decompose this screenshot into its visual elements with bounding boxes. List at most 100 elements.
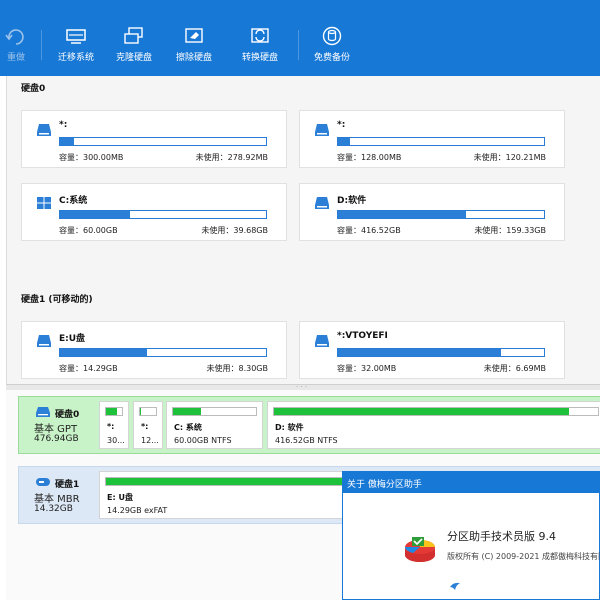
partition-block-info: 416.52GB NTFS (275, 436, 338, 445)
drive-icon (37, 124, 51, 136)
partition-cards-panel: 硬盘0 *: 容量：300.00MB 未使用：278.92MB *: 容量：12… (6, 76, 600, 384)
usage-bar-fill (338, 349, 501, 356)
partition-usage-fill (140, 408, 141, 415)
disk1-label: 硬盘1 基本 MBR 14.32GB (19, 467, 99, 523)
disk-type: 基本 MBR (34, 494, 80, 505)
partition-block-info: 14.29GB exFAT (107, 506, 168, 515)
free-space-text: 未使用：8.30GB (206, 364, 269, 373)
free-space-text: 未使用：278.92MB (195, 153, 268, 162)
usage-bar-fill (338, 138, 351, 145)
drive-icon (315, 124, 329, 136)
disk-type: 基本 GPT (34, 424, 78, 435)
partition-block-name: *: (141, 422, 149, 431)
disk-name: 硬盘1 (55, 480, 80, 490)
partition-card[interactable]: *: 容量：128.00MB 未使用：120.21MB (299, 110, 565, 168)
disk0-row[interactable]: 硬盘0 基本 GPT 476.94GB *: 30... *: 12... C:… (18, 396, 600, 454)
convert-disk-button[interactable]: 转换硬盘 (238, 26, 282, 68)
disk-size: 14.32GB (34, 504, 73, 514)
capacity-text: 容量：416.52GB (337, 226, 401, 235)
disk-name: 硬盘0 (55, 410, 80, 420)
clone-disk-icon (124, 27, 143, 44)
wipe-disk-icon (185, 28, 203, 43)
capacity-text: 容量：14.29GB (59, 364, 118, 373)
partition-usage-fill (274, 408, 569, 415)
redo-button[interactable]: 重做 (4, 26, 28, 68)
free-backup-label: 免费备份 (313, 53, 350, 63)
drive-icon (37, 335, 51, 347)
product-name: 分区助手技术员版 9.4 (447, 530, 556, 543)
migrate-os-icon (66, 29, 86, 44)
partition-card[interactable]: *:VTOYEFI 容量：32.00MB 未使用：6.69MB (299, 321, 565, 379)
capacity-text: 容量：300.00MB (59, 153, 124, 162)
usb-drive-icon (36, 478, 50, 486)
company-logo-icon (450, 582, 460, 590)
partition-name: C:系统 (59, 196, 88, 206)
usage-bar-fill (338, 211, 466, 218)
partition-block[interactable]: C: 系统 60.00GB NTFS (166, 401, 263, 449)
disk0-heading: 硬盘0 (21, 84, 46, 94)
partition-block-info: 60.00GB NTFS (174, 436, 232, 445)
partition-block-name: D: 软件 (275, 423, 304, 432)
redo-icon (5, 29, 24, 45)
usage-bar (59, 210, 267, 219)
convert-disk-icon (251, 28, 269, 43)
partition-card[interactable]: D:软件 容量：416.52GB 未使用：159.33GB (299, 183, 565, 241)
partition-block-info: 30... (107, 436, 125, 445)
clone-disk-button[interactable]: 克隆硬盘 (112, 26, 156, 68)
redo-label: 重做 (6, 53, 25, 63)
partition-card[interactable]: C:系统 容量：60.00GB 未使用：39.68GB (21, 183, 287, 241)
disk1-heading: 硬盘1 (可移动的) (21, 295, 93, 305)
free-backup-button[interactable]: 免费备份 (310, 26, 354, 68)
partition-block-name: E: U盘 (107, 493, 133, 502)
free-space-text: 未使用：159.33GB (474, 226, 546, 235)
partition-usage-bar (172, 407, 257, 416)
partition-usage-bar (105, 407, 123, 416)
partition-block-name: C: 系统 (174, 423, 202, 432)
toolbar: 重做 迁移系统 克隆硬盘 擦除硬盘 转换硬盘 免费备份 (0, 0, 600, 76)
partition-name: *: (59, 120, 68, 130)
usage-bar-fill (60, 138, 75, 145)
partition-block-name: *: (107, 422, 115, 431)
partition-name: E:U盘 (59, 334, 86, 344)
wipe-disk-label: 擦除硬盘 (175, 53, 212, 63)
free-space-text: 未使用：6.69MB (483, 364, 546, 373)
usage-bar (59, 137, 267, 146)
disk-size: 476.94GB (34, 434, 79, 444)
disk0-label: 硬盘0 基本 GPT 476.94GB (19, 397, 99, 453)
partition-usage-bar (273, 407, 599, 416)
convert-disk-label: 转换硬盘 (241, 53, 278, 63)
usage-bar-fill (60, 349, 147, 356)
usage-bar (337, 137, 545, 146)
hard-disk-icon (36, 407, 50, 417)
toolbar-separator (298, 30, 299, 60)
about-dialog-title: 关于 傲梅分区助手 (343, 472, 599, 493)
copyright-text: 版权所有 (C) 2009-2021 成都傲梅科技有限 (447, 552, 600, 561)
partition-block[interactable]: D: 软件 416.52GB NTFS (267, 401, 600, 449)
usage-bar (59, 348, 267, 357)
about-dialog: 关于 傲梅分区助手 分区助手技术员版 9.4 版权所有 (C) 2009-202… (342, 471, 600, 600)
backup-icon (322, 26, 342, 46)
drive-icon (315, 335, 329, 347)
partition-card[interactable]: E:U盘 容量：14.29GB 未使用：8.30GB (21, 321, 287, 379)
capacity-text: 容量：128.00MB (337, 153, 402, 162)
clone-disk-label: 克隆硬盘 (115, 53, 152, 63)
usage-bar-fill (60, 211, 131, 218)
windows-logo-icon (37, 197, 51, 209)
partition-name: *:VTOYEFI (337, 331, 388, 341)
partition-usage-bar (139, 407, 157, 416)
partition-name: *: (337, 120, 346, 130)
wipe-disk-button[interactable]: 擦除硬盘 (172, 26, 216, 68)
partition-block-info: 12... (141, 436, 159, 445)
capacity-text: 容量：60.00GB (59, 226, 118, 235)
partition-card[interactable]: *: 容量：300.00MB 未使用：278.92MB (21, 110, 287, 168)
partition-block[interactable]: *: 12... (133, 401, 163, 449)
usage-bar (337, 348, 545, 357)
partition-name: D:软件 (337, 196, 367, 206)
partition-usage-fill (173, 408, 202, 415)
free-space-text: 未使用：39.68GB (201, 226, 268, 235)
migrate-os-label: 迁移系统 (57, 53, 94, 63)
capacity-text: 容量：32.00MB (337, 364, 397, 373)
partition-block[interactable]: *: 30... (99, 401, 129, 449)
migrate-os-button[interactable]: 迁移系统 (54, 26, 98, 68)
free-space-text: 未使用：120.21MB (473, 153, 546, 162)
